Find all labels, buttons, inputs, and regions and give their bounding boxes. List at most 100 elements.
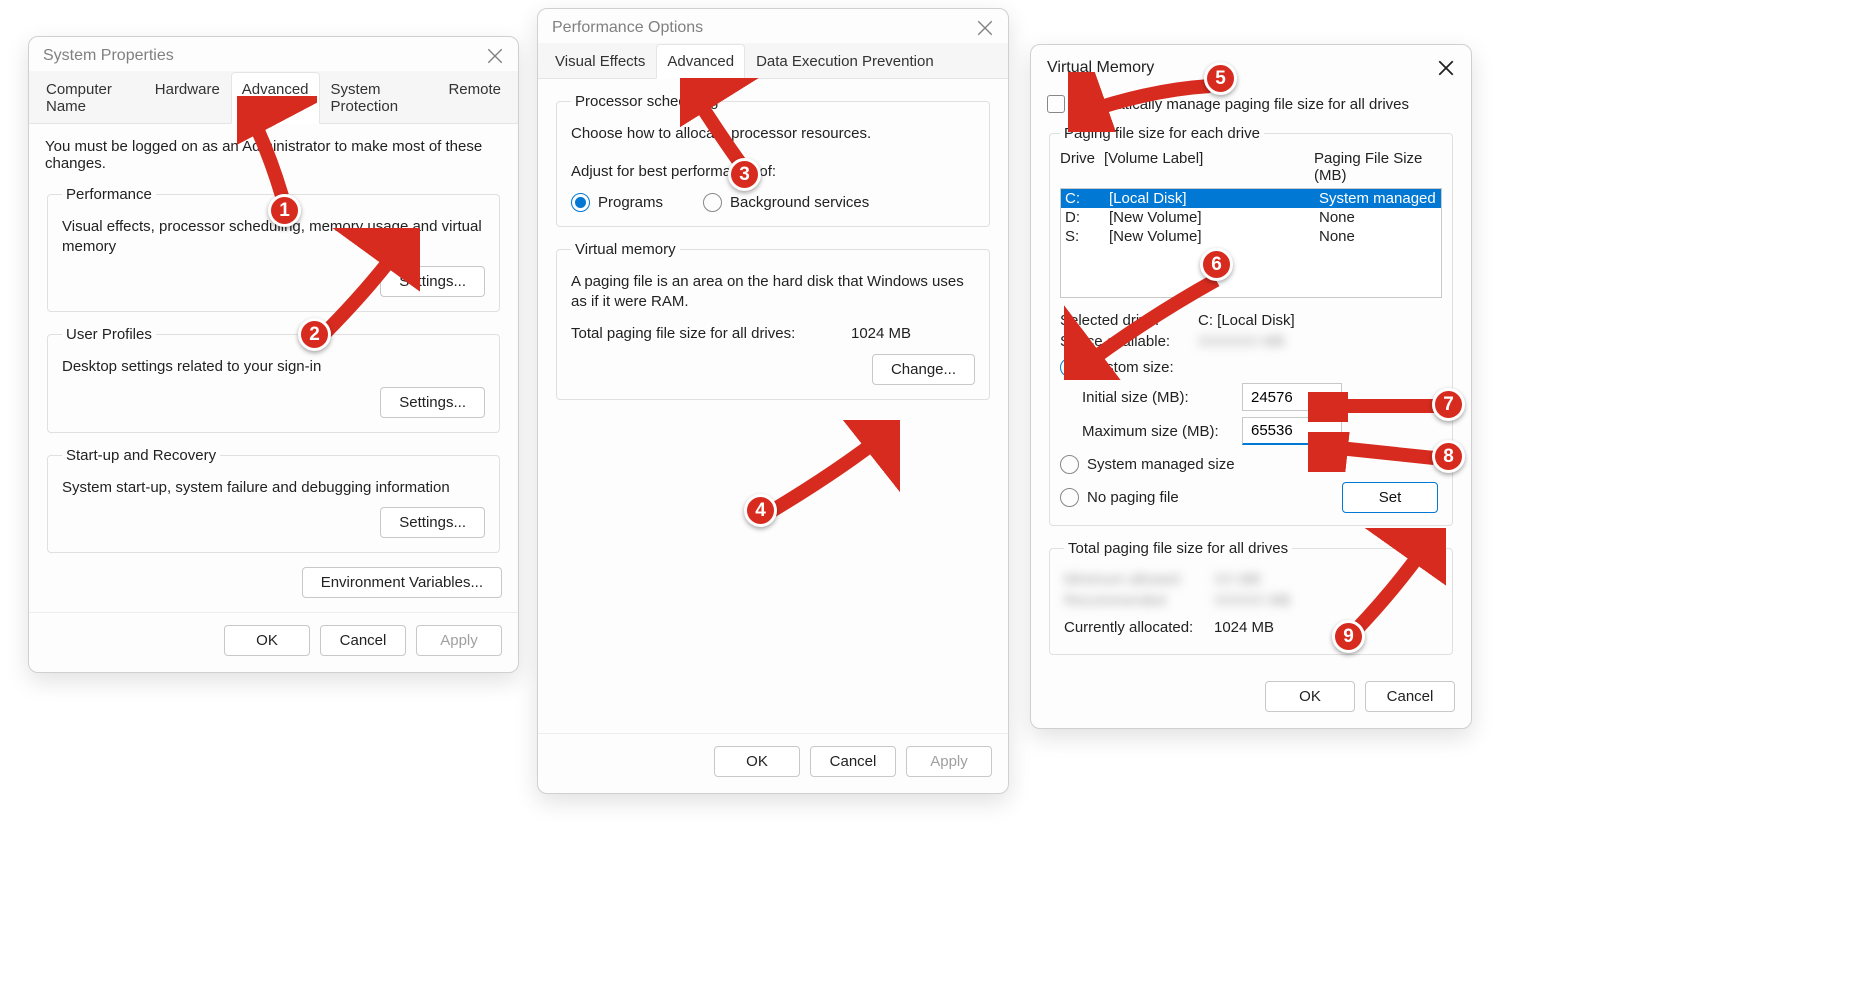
window-title: Performance Options: [552, 19, 703, 37]
radio-icon: [1060, 455, 1079, 474]
cancel-button[interactable]: Cancel: [810, 746, 896, 777]
close-icon[interactable]: [486, 47, 504, 65]
tab-advanced[interactable]: Advanced: [656, 44, 745, 79]
initial-size-input[interactable]: [1242, 383, 1342, 411]
drive-letter: D:: [1065, 209, 1109, 226]
maximum-size-label: Maximum size (MB):: [1082, 423, 1242, 440]
drive-size: System managed: [1319, 190, 1437, 207]
selected-drive-label: Selected drive:: [1060, 312, 1198, 329]
performance-options-dialog: Performance Options Visual Effects Advan…: [537, 8, 1009, 794]
header-drive: Drive: [1060, 150, 1104, 184]
tab-computer-name[interactable]: Computer Name: [35, 72, 144, 124]
drive-size: None: [1319, 209, 1437, 226]
user-profiles-group: User Profiles Desktop settings related t…: [47, 326, 500, 433]
currently-allocated-value: 1024 MB: [1214, 619, 1274, 636]
radio-label: Background services: [730, 194, 869, 211]
titlebar: Virtual Memory: [1031, 45, 1471, 87]
per-drive-group: Paging file size for each drive Drive [V…: [1049, 125, 1453, 526]
radio-background-services[interactable]: Background services: [703, 193, 869, 212]
drive-letter: S:: [1065, 228, 1109, 245]
user-profiles-settings-button[interactable]: Settings...: [380, 387, 485, 418]
window-title: System Properties: [43, 47, 174, 65]
startup-settings-button[interactable]: Settings...: [380, 507, 485, 538]
radio-no-paging[interactable]: No paging file: [1060, 488, 1179, 507]
group-desc: System start-up, system failure and debu…: [62, 478, 485, 498]
radio-icon: [703, 193, 722, 212]
drive-row[interactable]: D: [New Volume] None: [1061, 208, 1441, 227]
titlebar: System Properties: [29, 37, 518, 71]
set-button[interactable]: Set: [1342, 482, 1438, 513]
radio-icon: [1060, 358, 1079, 377]
space-available-value: XXXXXX MB: [1198, 333, 1285, 350]
callout-badge: 9: [1332, 620, 1365, 653]
callout-badge: 1: [268, 194, 301, 227]
tab-remote[interactable]: Remote: [437, 72, 512, 124]
environment-variables-button[interactable]: Environment Variables...: [302, 567, 502, 598]
drive-size: None: [1319, 228, 1437, 245]
close-icon[interactable]: [1437, 59, 1455, 77]
checkbox-label: Automatically manage paging file size fo…: [1073, 96, 1409, 113]
drive-row[interactable]: S: [New Volume] None: [1061, 227, 1441, 246]
close-icon[interactable]: [976, 19, 994, 37]
ok-button[interactable]: OK: [224, 625, 310, 656]
tab-advanced[interactable]: Advanced: [231, 72, 320, 124]
drive-label: [Local Disk]: [1109, 190, 1319, 207]
apply-button[interactable]: Apply: [906, 746, 992, 777]
dialog-buttons: OK Cancel: [1031, 669, 1471, 728]
ok-button[interactable]: OK: [714, 746, 800, 777]
callout-badge: 8: [1432, 440, 1465, 473]
apply-button[interactable]: Apply: [416, 625, 502, 656]
blurred-value: XXXXX MB: [1214, 592, 1291, 609]
radio-label: System managed size: [1087, 456, 1235, 473]
tab-visual-effects[interactable]: Visual Effects: [544, 44, 656, 79]
drive-table-header: Drive [Volume Label] Paging File Size (M…: [1060, 150, 1442, 184]
total-paging-value: 1024 MB: [851, 325, 911, 342]
cancel-button[interactable]: Cancel: [320, 625, 406, 656]
tab-system-protection[interactable]: System Protection: [320, 72, 438, 124]
tab-hardware[interactable]: Hardware: [144, 72, 231, 124]
change-button[interactable]: Change...: [872, 354, 975, 385]
titlebar: Performance Options: [538, 9, 1008, 43]
group-desc: A paging file is an area on the hard dis…: [571, 272, 975, 311]
callout-badge: 3: [728, 158, 761, 191]
initial-size-label: Initial size (MB):: [1082, 389, 1242, 406]
group-title: Processor scheduling: [571, 93, 722, 110]
selected-drive-value: C: [Local Disk]: [1198, 312, 1295, 329]
callout-badge: 7: [1432, 388, 1465, 421]
header-label: [Volume Label]: [1104, 150, 1314, 184]
group-title: Virtual memory: [571, 241, 680, 258]
radio-system-managed[interactable]: System managed size: [1060, 455, 1442, 474]
radio-icon: [1060, 488, 1079, 507]
auto-manage-checkbox[interactable]: Automatically manage paging file size fo…: [1047, 95, 1455, 113]
drive-list[interactable]: C: [Local Disk] System managed D: [New V…: [1060, 188, 1442, 298]
radio-custom-size[interactable]: Custom size:: [1060, 358, 1442, 377]
drive-letter: C:: [1065, 190, 1109, 207]
group-title: User Profiles: [62, 326, 156, 343]
cancel-button[interactable]: Cancel: [1365, 681, 1455, 712]
performance-settings-button[interactable]: Settings...: [380, 266, 485, 297]
currently-allocated-label: Currently allocated:: [1064, 619, 1214, 636]
header-size: Paging File Size (MB): [1314, 150, 1442, 184]
tab-strip: Visual Effects Advanced Data Execution P…: [538, 43, 1008, 79]
blurred-label: Recommended: [1064, 592, 1214, 609]
total-paging-group: Total paging file size for all drives Mi…: [1049, 540, 1453, 655]
space-available-label: Space available:: [1060, 333, 1198, 350]
admin-note: You must be logged on as an Administrato…: [45, 138, 502, 172]
checkbox-icon: [1047, 95, 1065, 113]
group-title: Paging file size for each drive: [1060, 125, 1264, 142]
virtual-memory-group: Virtual memory A paging file is an area …: [556, 241, 990, 400]
drive-row[interactable]: C: [Local Disk] System managed: [1061, 189, 1441, 208]
radio-programs[interactable]: Programs: [571, 193, 663, 212]
maximum-size-input[interactable]: [1242, 417, 1342, 445]
tab-dep[interactable]: Data Execution Prevention: [745, 44, 945, 79]
tab-strip: Computer Name Hardware Advanced System P…: [29, 71, 518, 124]
group-title: Start-up and Recovery: [62, 447, 220, 464]
drive-label: [New Volume]: [1109, 228, 1319, 245]
startup-recovery-group: Start-up and Recovery System start-up, s…: [47, 447, 500, 554]
callout-badge: 4: [744, 494, 777, 527]
dialog-buttons: OK Cancel Apply: [538, 733, 1008, 793]
ok-button[interactable]: OK: [1265, 681, 1355, 712]
adjust-label: Adjust for best performance of:: [571, 162, 975, 182]
callout-badge: 2: [298, 318, 331, 351]
window-title: Virtual Memory: [1047, 59, 1154, 77]
